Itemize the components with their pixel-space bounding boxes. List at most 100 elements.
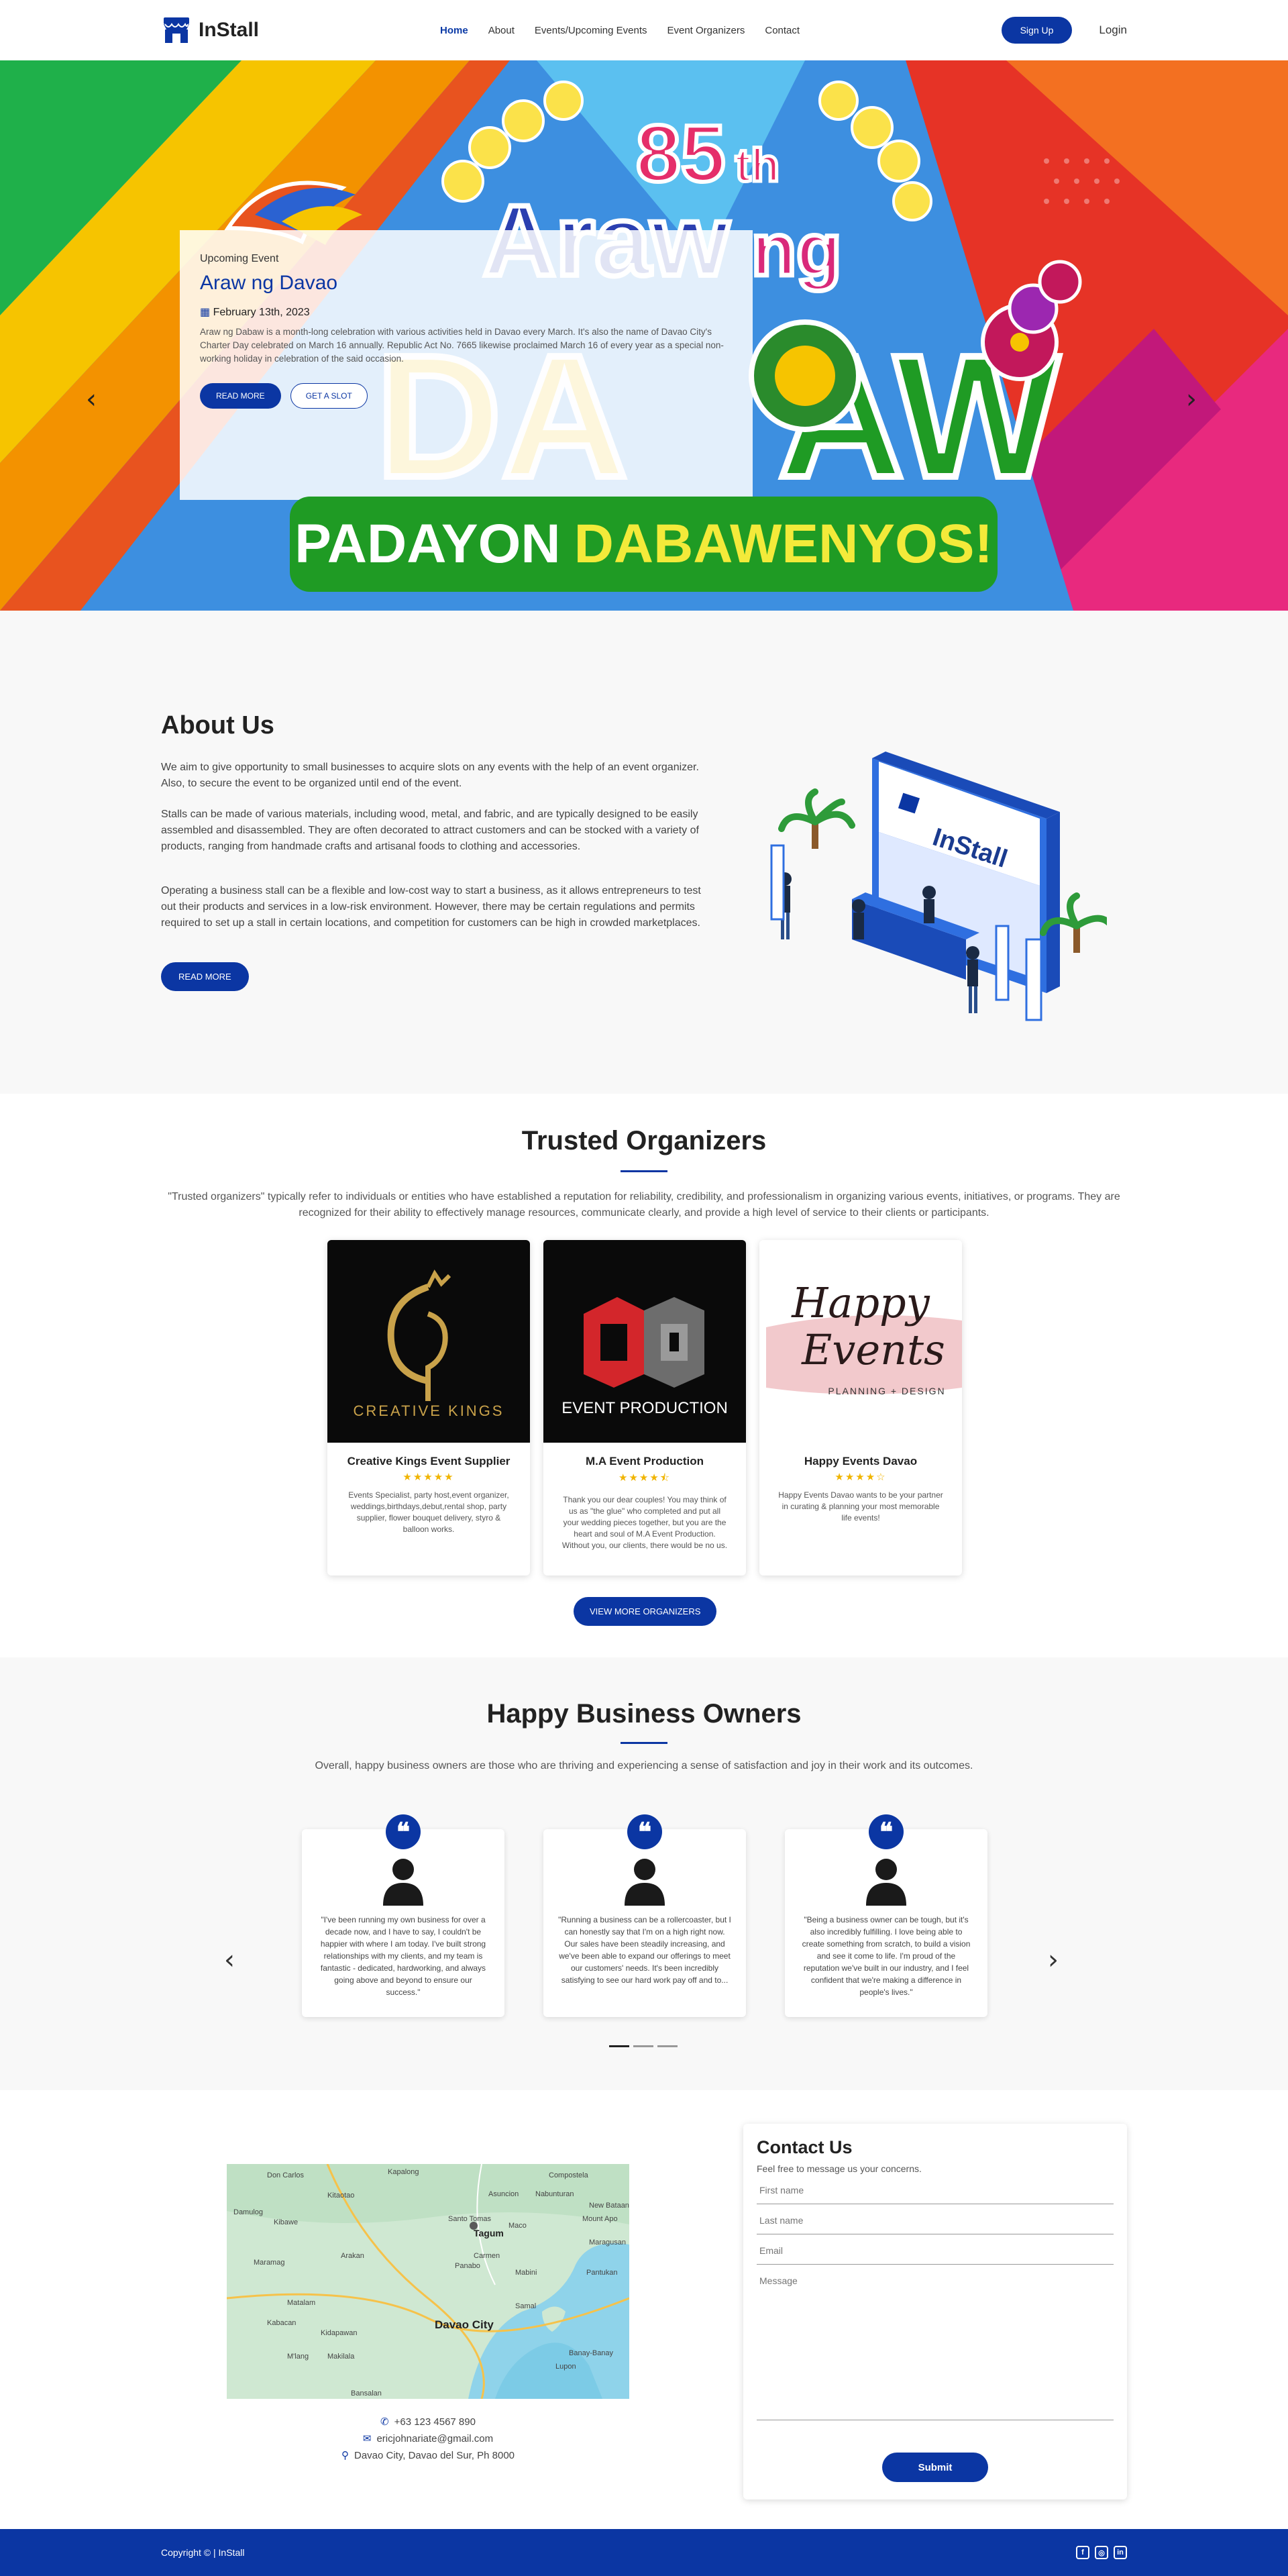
map-pin-icon: ⚲: [341, 2450, 349, 2461]
location-map[interactable]: Don Carlos Kitaotao Kapalong Asuncion Na…: [227, 2164, 629, 2399]
svg-text:th: th: [735, 139, 780, 191]
about-paragraph-1: We aim to give opportunity to small busi…: [161, 762, 699, 789]
email-input[interactable]: [757, 2234, 1114, 2265]
ma-event-wordmark: EVENT PRODUCTION: [561, 1399, 728, 1417]
phone-icon: ✆: [380, 2416, 389, 2428]
testimonial-cards: ❝ "I've been running my own business for…: [302, 1814, 987, 2017]
facebook-icon[interactable]: f: [1076, 2546, 1089, 2559]
nav-actions: Sign Up Login: [1001, 17, 1127, 44]
map-label: Samal: [515, 2302, 536, 2310]
about-read-more-button[interactable]: READ MORE: [161, 962, 249, 991]
footer: Copyright © | InStall f ◎ in: [0, 2529, 1288, 2576]
view-more-organizers-button[interactable]: VIEW MORE ORGANIZERS: [574, 1597, 717, 1626]
map-label: Makilala: [327, 2353, 355, 2361]
copyright-text: Copyright © | InStall: [161, 2547, 245, 2558]
map-label: Panabo: [455, 2262, 480, 2270]
testimonials-title-underline: [0, 1730, 1288, 1744]
message-input[interactable]: [757, 2265, 1114, 2420]
map-label: Damulog: [233, 2208, 263, 2216]
map-label: M'lang: [287, 2353, 309, 2361]
contact-email: ✉ ericjohnariate@gmail.com: [227, 2432, 629, 2444]
map-label: Matalam: [287, 2299, 315, 2307]
contact-form: Contact Us Feel free to message us your …: [743, 2124, 1127, 2500]
testimonial-indicator-1[interactable]: [609, 2045, 629, 2047]
map-label: Maragusan: [589, 2238, 626, 2247]
organizers-description: "Trusted organizers" typically refer to …: [168, 1191, 1120, 1219]
chevron-right-icon[interactable]: ›: [1048, 1945, 1059, 1975]
chevron-right-icon[interactable]: ›: [1186, 384, 1197, 415]
event-read-more-button[interactable]: READ MORE: [200, 383, 281, 409]
navbar: InStall Home About Events/Upcoming Event…: [0, 0, 1288, 60]
organizer-description: Events Specialist, party host,event orga…: [348, 1490, 509, 1534]
organizer-cards: CREATIVE KINGS Creative Kings Event Supp…: [327, 1240, 962, 1576]
map-label: Mount Apo: [582, 2215, 618, 2223]
map-label: Kitaotao: [327, 2192, 354, 2200]
event-card: Upcoming Event Araw ng Davao ▦ February …: [180, 230, 753, 500]
phone-text: +63 123 4567 890: [394, 2416, 476, 2428]
hero-carousel: 85 th Araw ng DA AW Upcoming Event Araw …: [0, 60, 1288, 611]
svg-text:ng: ng: [751, 209, 841, 291]
first-name-input[interactable]: [757, 2174, 1114, 2204]
organizer-name: Happy Events Davao: [804, 1455, 918, 1467]
map-label: Compostela: [549, 2171, 589, 2179]
nav-about[interactable]: About: [488, 25, 515, 36]
login-link[interactable]: Login: [1099, 23, 1127, 37]
calendar-icon: ▦: [200, 307, 211, 318]
address-text: Davao City, Davao del Sur, Ph 8000: [354, 2450, 515, 2461]
event-date-text: February 13th, 2023: [213, 307, 310, 318]
organizers-section: Trusted Organizers "Trusted organizers" …: [0, 1094, 1288, 1657]
about-title: About Us: [161, 711, 274, 739]
user-avatar-icon: [383, 1859, 423, 1906]
nav-organizers[interactable]: Event Organizers: [667, 25, 745, 36]
about-paragraph-3: Operating a business stall can be a flex…: [161, 885, 701, 929]
testimonial-indicator-2[interactable]: [633, 2045, 653, 2047]
last-name-input[interactable]: [757, 2204, 1114, 2234]
page: InStall Home About Events/Upcoming Event…: [0, 0, 1288, 2576]
map-label: Kapalong: [388, 2168, 419, 2176]
organizer-card[interactable]: Happy Events PLANNING + DESIGN Happy Eve…: [759, 1240, 962, 1576]
organizer-card[interactable]: EVENT PRODUCTION M.A Event Production ★★…: [543, 1240, 746, 1576]
testimonial-indicator-3[interactable]: [657, 2045, 678, 2047]
instagram-icon[interactable]: ◎: [1095, 2546, 1108, 2559]
testimonial-text: "Running a business can be a rollercoast…: [558, 1915, 731, 1985]
signup-button[interactable]: Sign Up: [1001, 17, 1073, 44]
about-paragraph-2: Stalls can be made of various materials,…: [161, 809, 699, 852]
testimonials-section: Happy Business Owners Overall, happy bus…: [0, 1657, 1288, 2090]
map-label: Arakan: [341, 2252, 364, 2260]
map-label: Maco: [508, 2222, 527, 2230]
organizer-logo: CREATIVE KINGS: [327, 1240, 530, 1443]
chevron-left-icon[interactable]: ‹: [224, 1945, 235, 1975]
map-label: Don Carlos: [267, 2171, 305, 2179]
submit-button[interactable]: Submit: [882, 2453, 988, 2482]
nav-home[interactable]: Home: [440, 25, 468, 36]
testimonial-card: ❝ "I've been running my own business for…: [302, 1814, 504, 2017]
organizer-logo: EVENT PRODUCTION: [543, 1240, 746, 1443]
contact-address: ⚲ Davao City, Davao del Sur, Ph 8000: [227, 2449, 629, 2461]
user-avatar-icon: [625, 1859, 665, 1906]
testimonial-text: "I've been running my own business for o…: [320, 1915, 486, 1997]
event-actions: READ MORE GET A SLOT: [200, 383, 733, 409]
contact-section: Don Carlos Kitaotao Kapalong Asuncion Na…: [0, 2090, 1288, 2531]
contact-phone: ✆ +63 123 4567 890: [227, 2416, 629, 2428]
map-label: Mabini: [515, 2269, 537, 2277]
linkedin-icon[interactable]: in: [1114, 2546, 1127, 2559]
organizer-card[interactable]: CREATIVE KINGS Creative Kings Event Supp…: [327, 1240, 530, 1576]
organizer-description: Thank you our dear couples! You may thin…: [561, 1495, 728, 1550]
testimonial-card: ❝ "Running a business can be a rollercoa…: [543, 1814, 746, 2017]
nav-events[interactable]: Events/Upcoming Events: [535, 25, 647, 36]
nav-contact[interactable]: Contact: [765, 25, 800, 36]
map-label: Kabacan: [267, 2319, 296, 2327]
map-label: Lupon: [555, 2363, 576, 2371]
brand-logo[interactable]: InStall: [161, 15, 259, 46]
map-label: Carmen: [474, 2252, 500, 2260]
map-label: Pantukan: [586, 2269, 617, 2277]
chevron-left-icon[interactable]: ‹: [86, 384, 97, 415]
get-slot-button[interactable]: GET A SLOT: [290, 383, 368, 409]
user-avatar-icon: [866, 1859, 906, 1906]
padayon-word: PADAYON: [294, 513, 561, 574]
organizer-name: Creative Kings Event Supplier: [347, 1455, 511, 1467]
quote-icon: ❝: [386, 1814, 421, 1849]
creative-kings-wordmark: CREATIVE KINGS: [354, 1402, 504, 1419]
map-label: Davao City: [435, 2318, 494, 2331]
event-kicker: Upcoming Event: [200, 253, 279, 264]
